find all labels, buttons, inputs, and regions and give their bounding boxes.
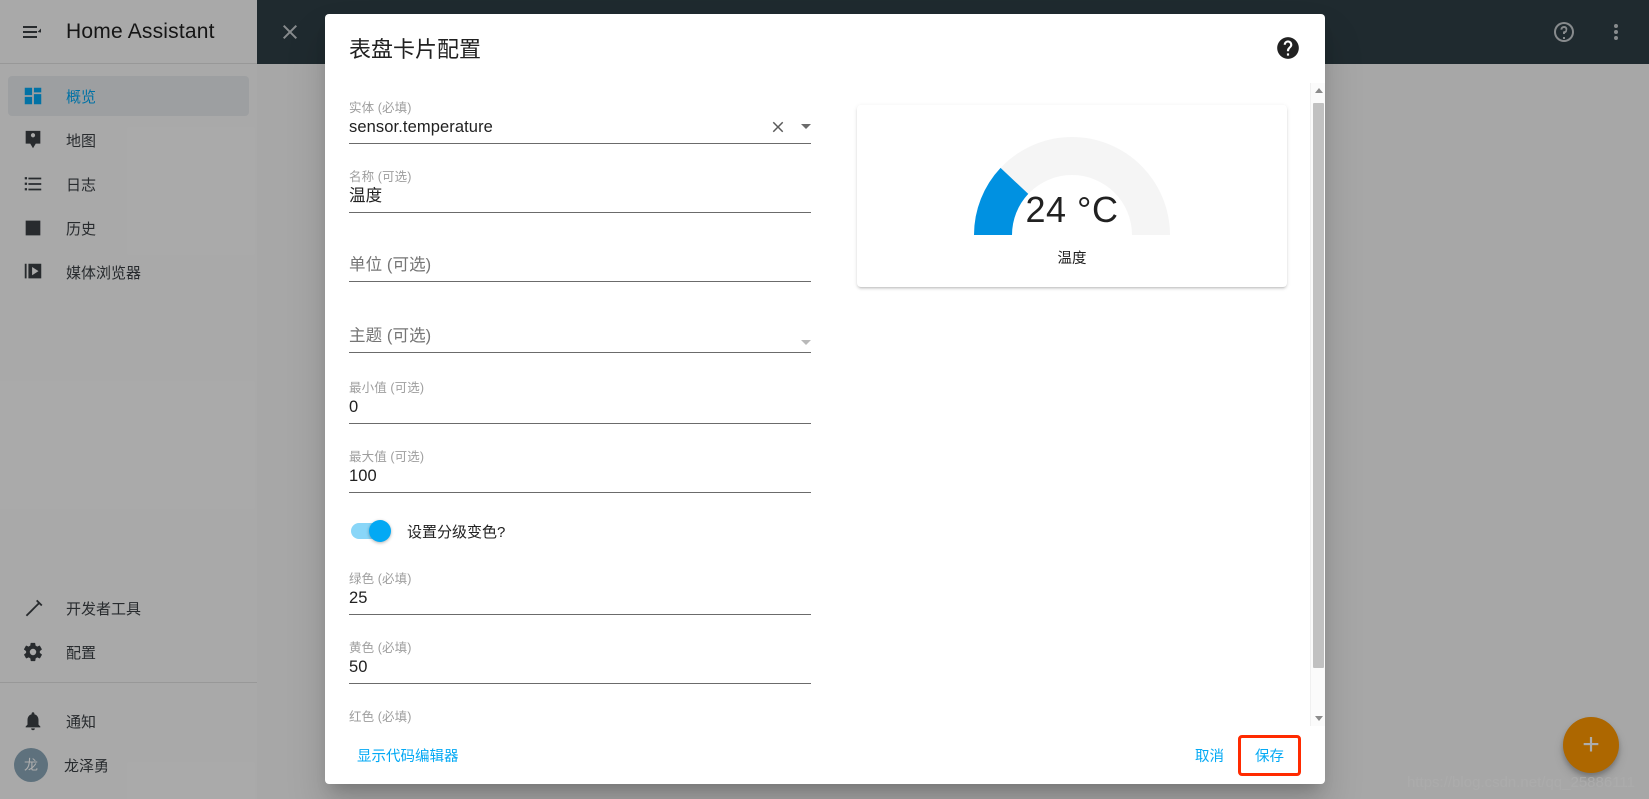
minimum-field-label: 最小值 (可选): [349, 380, 425, 395]
dialog-body: 实体 (必填) sensor.temperature 名称 (可选) 温度 单位…: [325, 82, 1325, 727]
gauge-value: 24 °C: [1025, 188, 1119, 230]
field-underline: [349, 491, 811, 493]
unit-field-placeholder[interactable]: 单位 (可选): [349, 252, 811, 278]
scroll-down-icon[interactable]: [1311, 710, 1325, 726]
name-field-value[interactable]: 温度: [349, 183, 811, 209]
green-field-value[interactable]: 25: [349, 585, 811, 611]
green-field-label: 绿色 (必填): [349, 571, 412, 586]
gauge-card-config-dialog: 表盘卡片配置 实体 (必填) sensor.temperature 名称 (可选…: [325, 14, 1325, 784]
scroll-up-icon[interactable]: [1311, 83, 1325, 99]
field-underline: [349, 280, 811, 282]
entity-field-label: 实体 (必填): [349, 100, 412, 115]
severity-toggle-label: 设置分级变色?: [407, 523, 506, 541]
clear-icon[interactable]: [769, 118, 787, 136]
entity-field[interactable]: 实体 (必填) sensor.temperature: [349, 97, 811, 144]
name-field-label: 名称 (可选): [349, 169, 412, 184]
field-underline: [349, 613, 811, 615]
minimum-field[interactable]: 最小值 (可选) 0: [349, 377, 811, 424]
field-underline: [349, 211, 811, 213]
show-code-editor-button[interactable]: 显示代码编辑器: [349, 737, 467, 774]
field-underline: [349, 351, 811, 353]
dialog-footer-actions: 取消 保存: [1187, 734, 1301, 776]
chevron-down-icon[interactable]: [801, 124, 811, 130]
save-button[interactable]: 保存: [1255, 745, 1284, 766]
severity-toggle-row[interactable]: 设置分级变色?: [351, 520, 811, 543]
severity-toggle[interactable]: [351, 520, 391, 543]
help-circle-icon[interactable]: [1275, 35, 1301, 61]
green-field[interactable]: 绿色 (必填) 25: [349, 568, 811, 615]
maximum-field-label: 最大值 (可选): [349, 449, 425, 464]
yellow-field-label: 黄色 (必填): [349, 640, 412, 655]
dialog-footer: 显示代码编辑器 取消 保存: [325, 726, 1325, 784]
maximum-field[interactable]: 最大值 (可选) 100: [349, 446, 811, 493]
save-button-highlight: 保存: [1238, 734, 1301, 776]
entity-field-icons: [769, 118, 811, 136]
dialog-scrollbar[interactable]: [1310, 82, 1325, 727]
name-field[interactable]: 名称 (可选) 温度: [349, 166, 811, 213]
config-form: 实体 (必填) sensor.temperature 名称 (可选) 温度 单位…: [349, 83, 819, 727]
dialog-title: 表盘卡片配置: [349, 37, 482, 63]
theme-field-placeholder[interactable]: 主题 (可选): [349, 323, 811, 349]
field-underline: [349, 422, 811, 424]
yellow-field-value[interactable]: 50: [349, 654, 811, 680]
theme-field-icons: [801, 339, 811, 345]
gauge-widget: 24 °C: [956, 123, 1188, 241]
gauge-preview-card[interactable]: 24 °C 温度: [857, 104, 1287, 287]
field-underline: [349, 682, 811, 684]
card-preview: 24 °C 温度: [819, 83, 1325, 727]
unit-field[interactable]: 单位 (可选) 单位 (可选): [349, 235, 811, 282]
dialog-header: 表盘卡片配置: [325, 14, 1325, 83]
maximum-field-value[interactable]: 100: [349, 463, 811, 489]
yellow-field[interactable]: 黄色 (必填) 50: [349, 637, 811, 684]
theme-field[interactable]: 主题 (可选) 主题 (可选): [349, 306, 811, 353]
red-field-label: 红色 (必填): [349, 709, 412, 724]
cancel-button[interactable]: 取消: [1187, 737, 1232, 774]
field-underline: [349, 142, 811, 144]
gauge-name: 温度: [1057, 250, 1087, 267]
toggle-knob: [369, 520, 391, 543]
minimum-field-value[interactable]: 0: [349, 394, 811, 420]
chevron-down-icon[interactable]: [801, 339, 811, 345]
scrollbar-thumb[interactable]: [1313, 102, 1324, 668]
entity-field-value[interactable]: sensor.temperature: [349, 114, 811, 140]
red-field[interactable]: 红色 (必填) 75: [349, 706, 811, 727]
